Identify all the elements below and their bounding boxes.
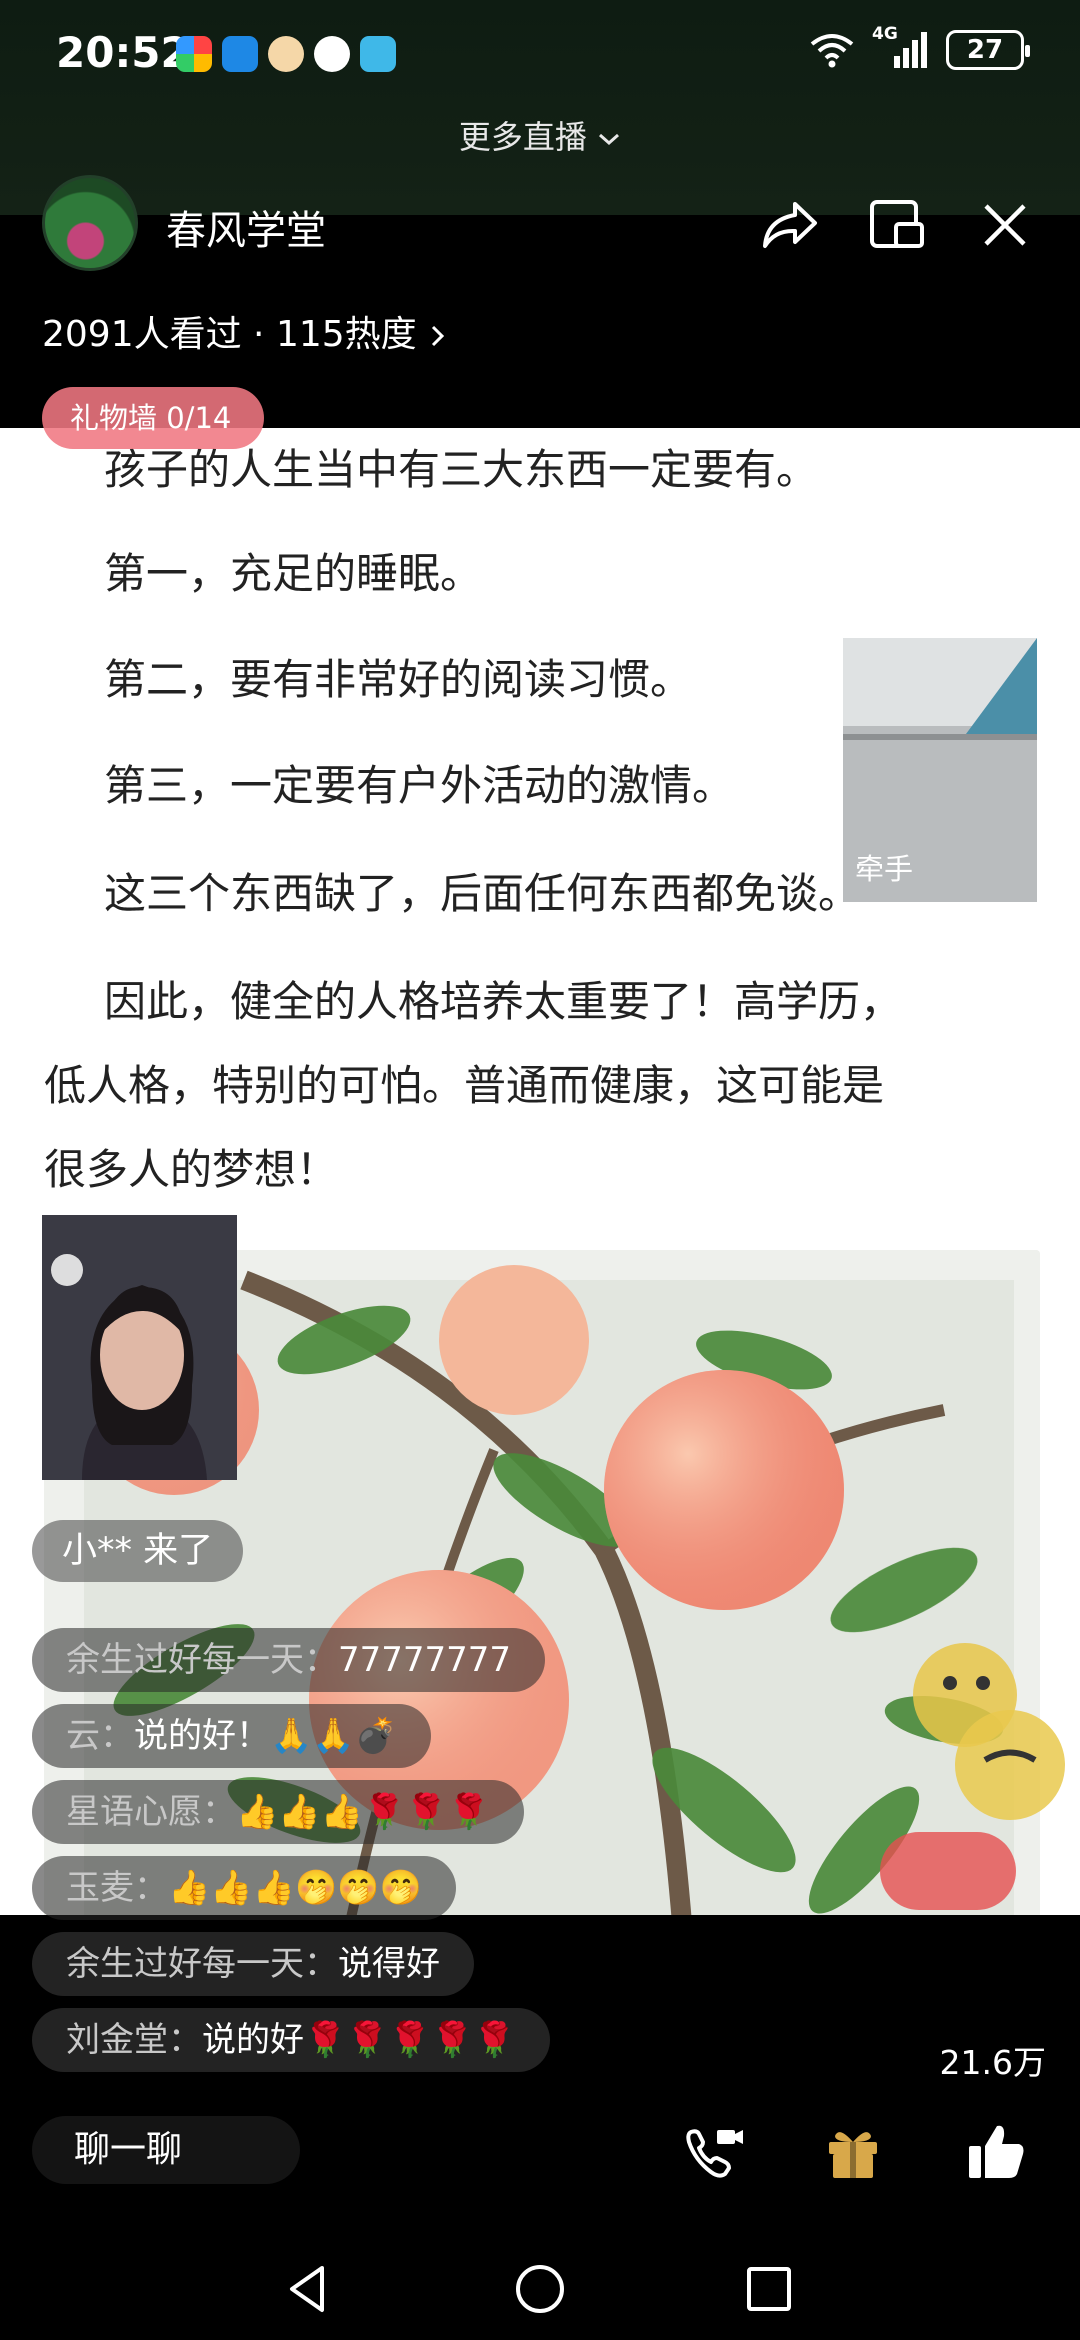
status-indicators: 4G 27 <box>808 24 1030 70</box>
chat-text: 说的好！🙏🙏💣 <box>134 1716 398 1756</box>
chevron-right-icon <box>432 325 445 347</box>
chat-text: 👍👍👍🌹🌹🌹 <box>236 1792 491 1832</box>
app-notification-icon <box>360 36 396 72</box>
emoji-sticker-icon <box>913 1643 1065 1820</box>
chat-text: 说的好🌹🌹🌹🌹🌹 <box>202 2020 516 2060</box>
chat-user: 余生过好每一天： <box>66 1640 338 1680</box>
like-count: 21.6万 <box>939 2043 1046 2082</box>
share-icon[interactable] <box>755 190 825 260</box>
like-icon[interactable] <box>959 2116 1031 2188</box>
recents-nav-icon[interactable] <box>736 2256 802 2322</box>
host-video-feed <box>42 1215 237 1480</box>
host-avatar[interactable] <box>42 175 138 271</box>
home-nav-icon[interactable] <box>507 2256 573 2322</box>
chat-message[interactable]: 玉麦：👍👍👍🤭🤭🤭 <box>32 1856 457 1920</box>
gift-wall-button[interactable]: 礼物墙 0/14 <box>42 387 264 449</box>
back-nav-icon[interactable] <box>276 2256 342 2322</box>
chat-text: 77777777 <box>338 1640 512 1680</box>
live-room-screen: 20:52 4G 27 更多直播 春风学堂 2091人看过 · 115热度 孩子… <box>0 0 1080 2340</box>
chevron-down-icon <box>599 133 620 146</box>
chat-message[interactable]: 余生过好每一天：77777777 <box>32 1628 546 1692</box>
chat-user: 余生过好每一天： <box>66 1944 338 1984</box>
app-notification-icon <box>222 36 258 72</box>
chat-user: 玉麦： <box>66 1868 168 1908</box>
battery-level: 27 <box>966 35 1004 65</box>
app-notification-icon <box>268 36 304 72</box>
article-line: 低人格，特别的可怕。普通而健康，这可能是 <box>44 1061 885 1110</box>
article-line: 第一，充足的睡眠。 <box>104 549 483 598</box>
more-live-label: 更多直播 <box>458 118 587 156</box>
guest-video-window[interactable]: 牵手 <box>843 638 1037 902</box>
chat-text: 👍👍👍🤭🤭🤭 <box>168 1868 423 1908</box>
close-icon[interactable] <box>970 190 1040 260</box>
chat-input-button[interactable]: 聊一聊 <box>32 2116 300 2184</box>
user-joined-notice: 小** 来了 <box>32 1520 244 1582</box>
viewer-stats-text: 2091人看过 · 115热度 <box>42 314 417 355</box>
article-line: 很多人的梦想！ <box>44 1145 339 1194</box>
chat-message[interactable]: 云：说的好！🙏🙏💣 <box>32 1704 432 1768</box>
chat-text: 说得好 <box>338 1944 440 1984</box>
battery-indicator: 27 <box>946 30 1030 70</box>
host-name[interactable]: 春风学堂 <box>166 198 326 256</box>
more-live-dropdown[interactable]: 更多直播 <box>0 112 1080 158</box>
viewer-stats[interactable]: 2091人看过 · 115热度 <box>42 305 448 357</box>
gift-icon[interactable] <box>817 2116 889 2188</box>
chat-message[interactable]: 星语心愿：👍👍👍🌹🌹🌹 <box>32 1780 525 1844</box>
app-notification-icon <box>176 36 212 72</box>
chat-message[interactable]: 余生过好每一天：说得好 <box>32 1932 474 1996</box>
host-video-window[interactable] <box>42 1215 237 1480</box>
network-type: 4G <box>872 24 898 44</box>
chat-message[interactable]: 刘金堂：说的好🌹🌹🌹🌹🌹 <box>32 2008 550 2072</box>
status-bar: 20:52 4G 27 <box>0 0 1080 110</box>
wifi-icon <box>810 34 854 68</box>
cellular-signal-icon: 4G <box>872 24 930 70</box>
qq-icon <box>314 36 350 72</box>
chat-user: 星语心愿： <box>66 1792 236 1832</box>
article-line: 因此，健全的人格培养太重要了！高学历， <box>104 977 903 1026</box>
status-time: 20:52 <box>56 28 190 77</box>
floating-activity-badge[interactable] <box>880 1832 1016 1910</box>
chat-user: 刘金堂： <box>66 2020 202 2060</box>
mini-window-icon[interactable] <box>862 190 932 260</box>
guest-label: 牵手 <box>855 852 914 886</box>
chat-user: 云： <box>66 1716 134 1756</box>
video-call-icon[interactable] <box>677 2116 749 2188</box>
